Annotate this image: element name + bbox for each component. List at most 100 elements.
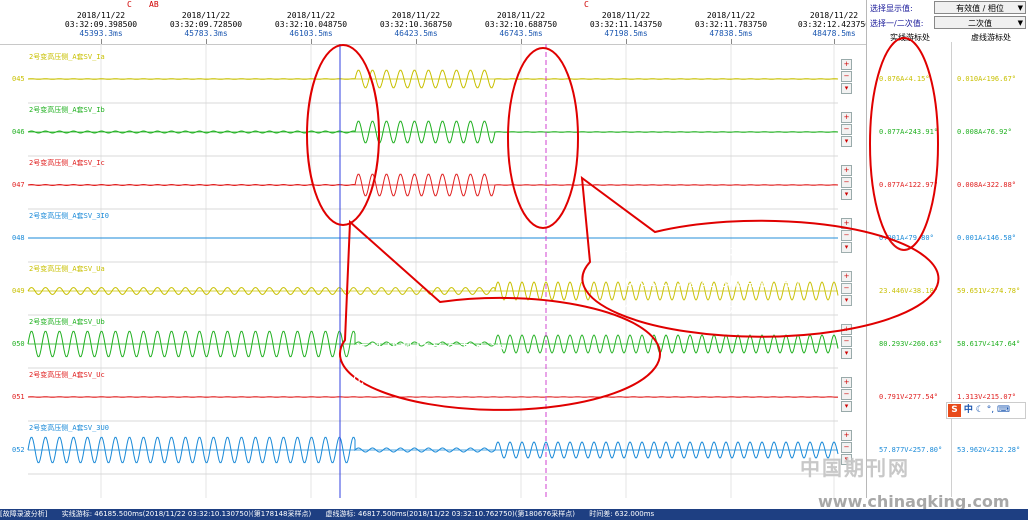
channel-number: 045 [12,75,25,83]
primary-secondary-label: 选择一/二次值: [870,19,924,28]
punctuation-icon[interactable]: °, [987,405,994,415]
chevron-down-icon[interactable]: ▾ [841,242,852,253]
status-bar: [故障录波分析] 实线游标: 46185.500ms(2018/11/22 03… [0,509,1028,520]
keyboard-icon[interactable]: ⌨ [997,405,1010,415]
time-tick-ms: 47198.5ms [604,29,648,38]
channel-label[interactable]: 2号变高压侧_A套SV_Ib [29,105,105,115]
channel-scale-controls: + − ▾ [841,59,852,96]
channel-label[interactable]: 2号变高压侧_A套SV_Uc [29,370,105,380]
zoom-in-icon[interactable]: + [841,324,852,335]
cursor-mark: C [127,0,132,9]
time-tick-ms: 45393.3ms [79,29,123,38]
virtual-cursor-value: 0.010A∠196.67° [957,75,1017,83]
time-tick-ms: 46423.5ms [394,29,438,38]
zoom-out-icon[interactable]: − [841,177,852,188]
time-tick-date: 2018/11/22 [601,11,651,20]
time-tick: 2018/11/22 03:32:10.368750 46423.5ms [371,11,461,38]
waveform-canvas[interactable] [0,44,866,498]
channel-number: 051 [12,393,25,401]
zoom-out-icon[interactable]: − [841,283,852,294]
zoom-out-icon[interactable]: − [841,389,852,400]
zoom-in-icon[interactable]: + [841,430,852,441]
time-tick-time: 03:32:11.783750 [694,20,768,29]
time-tick-date: 2018/11/22 [496,11,546,20]
status-real-cursor: 实线游标: 46185.500ms(2018/11/22 03:32:10.13… [61,510,312,518]
zoom-in-icon[interactable]: + [841,112,852,123]
annotation-left-text: 江胜线跳闸前负荷电流 [355,343,505,359]
channel-scale-controls: + − ▾ [841,324,852,361]
channel-number: 047 [12,181,25,189]
annotation-right-line2: 0.011A, 系统电压异常, 用户 [625,275,810,290]
time-tick-time: 03:32:11.143750 [589,20,663,29]
time-tick-time: 03:32:10.368750 [379,20,453,29]
chevron-down-icon[interactable]: ▾ [841,295,852,306]
time-tick: 2018/11/22 03:32:09.728500 45783.3ms [161,11,251,38]
virtual-cursor-value: 0.008A∠76.92° [957,128,1012,136]
channel-label[interactable]: 2号变高压侧_A套SV_Ub [29,317,105,327]
zoom-in-icon[interactable]: + [841,271,852,282]
channel-label[interactable]: 2号变高压侧_A套SV_Ia [29,52,105,62]
real-cursor-column-header: 实线游标处 [890,33,930,42]
time-tick-date: 2018/11/22 [76,11,126,20]
time-tick: 2018/11/22 03:32:09.398500 45393.3ms [56,11,146,38]
ime-language-indicator[interactable]: 中 [964,405,973,415]
annotation-left-value: 0.077A [353,373,396,387]
virtual-cursor-value: 0.001A∠146.58° [957,234,1017,242]
time-tick-time: 03:32:09.728500 [169,20,243,29]
channel-number: 048 [12,234,25,242]
channel-label[interactable]: 2号变高压侧_A套SV_3U0 [29,423,109,433]
annotation-right-line3: 侧脱扣, 负荷降低, 电流开放 [625,301,800,316]
zoom-out-icon[interactable]: − [841,124,852,135]
channel-label[interactable]: 2号变高压侧_A套SV_3I0 [29,211,109,221]
channel-scale-controls: + − ▾ [841,377,852,414]
time-tick: 2018/11/22 03:32:10.688750 46743.5ms [476,11,566,38]
channel-scale-controls: + − ▾ [841,271,852,308]
waveform-plot-area[interactable]: 2号变高压侧_A套SV_Ia 045 + − ▾ 2号变高压侧_A套SV_Ib 046 + − ▾… [0,44,866,498]
real-cursor-value: 0.077A∠122.97° [879,181,939,189]
time-axis-header: C AB C 2018/11/22 03:32:09.398500 45393.3ms 20… [0,0,870,45]
time-tick-date: 2018/11/22 [286,11,336,20]
primary-secondary-select[interactable]: 二次值 ▼ [934,16,1026,29]
time-tick-date: 2018/11/22 [391,11,441,20]
channel-number: 050 [12,340,25,348]
zoom-in-icon[interactable]: + [841,59,852,70]
time-tick-date: 2018/11/22 [181,11,231,20]
time-tick-ms: 46743.5ms [499,29,543,38]
chevron-down-icon[interactable]: ▾ [841,83,852,94]
virtual-cursor-value: 0.008A∠322.88° [957,181,1017,189]
cursor-mark: C [584,0,589,9]
virtual-cursor-value: 59.651V∠274.78° [957,287,1021,295]
time-tick-date: 2018/11/22 [706,11,756,20]
virtual-cursor-column-header: 虚线游标处 [971,33,1011,42]
display-mode-select[interactable]: 有效值 / 相位 ▼ [934,1,1026,14]
zoom-in-icon[interactable]: + [841,377,852,388]
channel-label[interactable]: 2号变高压侧_A套SV_Ua [29,264,105,274]
time-tick-ms: 47838.5ms [709,29,753,38]
chevron-down-icon[interactable]: ▾ [841,401,852,412]
cursor-mark: AB [149,0,159,9]
channel-number: 052 [12,446,25,454]
channel-label[interactable]: 2号变高压侧_A套SV_Ic [29,158,105,168]
time-tick: 2018/11/22 03:32:10.048750 46103.5ms [266,11,356,38]
virtual-cursor-value: 1.313V∠215.07° [957,393,1017,401]
ime-toolbar[interactable]: S 中 ☾ °, ⌨ [946,402,1026,419]
chevron-down-icon[interactable]: ▾ [841,348,852,359]
watermark-cn: 中国期刊网 [800,456,910,480]
real-cursor-value: 0.076A∠4.15° [879,75,930,83]
moon-icon[interactable]: ☾ [976,405,984,415]
time-tick-ms: 45783.3ms [184,29,228,38]
time-tick-time: 03:32:10.048750 [274,20,348,29]
zoom-in-icon[interactable]: + [841,165,852,176]
chevron-down-icon: ▼ [1017,19,1023,27]
chevron-down-icon[interactable]: ▾ [841,189,852,200]
time-tick-time: 03:32:09.398500 [64,20,138,29]
chevron-down-icon[interactable]: ▾ [841,136,852,147]
zoom-out-icon[interactable]: − [841,71,852,82]
zoom-out-icon[interactable]: − [841,336,852,347]
time-tick-ms: 46103.5ms [289,29,333,38]
display-mode-value: 有效值 / 相位 [956,4,1004,13]
channel-scale-controls: + − ▾ [841,165,852,202]
real-cursor-value: 0.001A∠79.80° [879,234,934,242]
zoom-in-icon[interactable]: + [841,218,852,229]
zoom-out-icon[interactable]: − [841,230,852,241]
